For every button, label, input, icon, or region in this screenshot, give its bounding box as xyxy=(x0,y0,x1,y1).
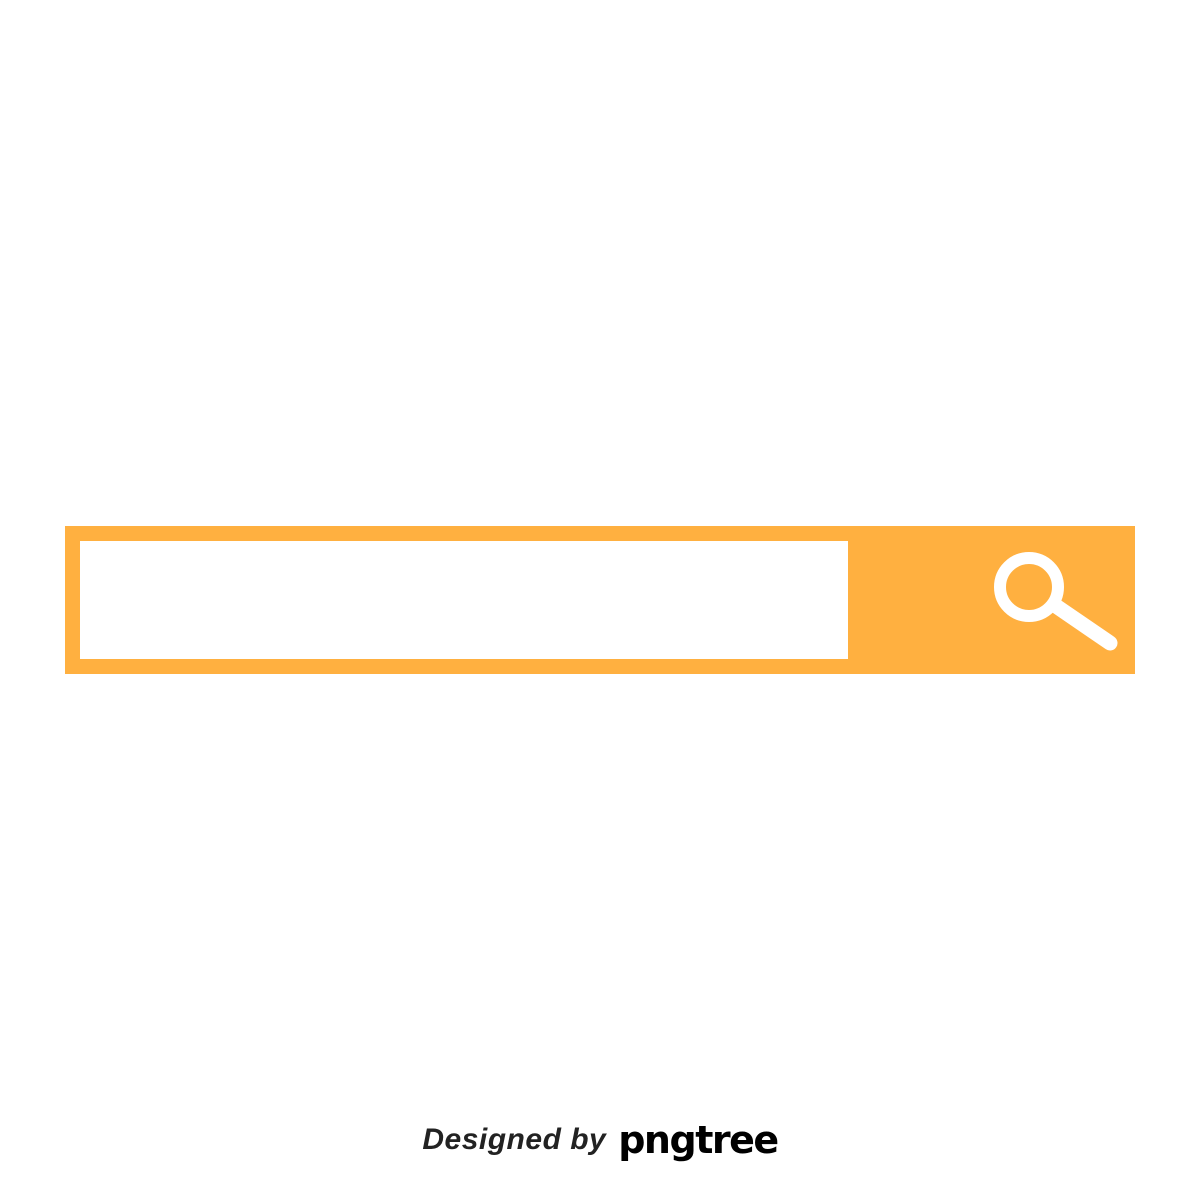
search-icon xyxy=(994,552,1118,651)
search-bar xyxy=(65,526,1135,674)
search-button[interactable] xyxy=(848,526,1135,674)
page: Designed by pngtree xyxy=(0,0,1200,1200)
search-input[interactable] xyxy=(80,541,848,659)
watermark-prefix: Designed by xyxy=(422,1123,607,1156)
watermark: Designed by pngtree xyxy=(0,1110,1200,1170)
watermark-brand-logo: pngtree xyxy=(618,1118,779,1162)
